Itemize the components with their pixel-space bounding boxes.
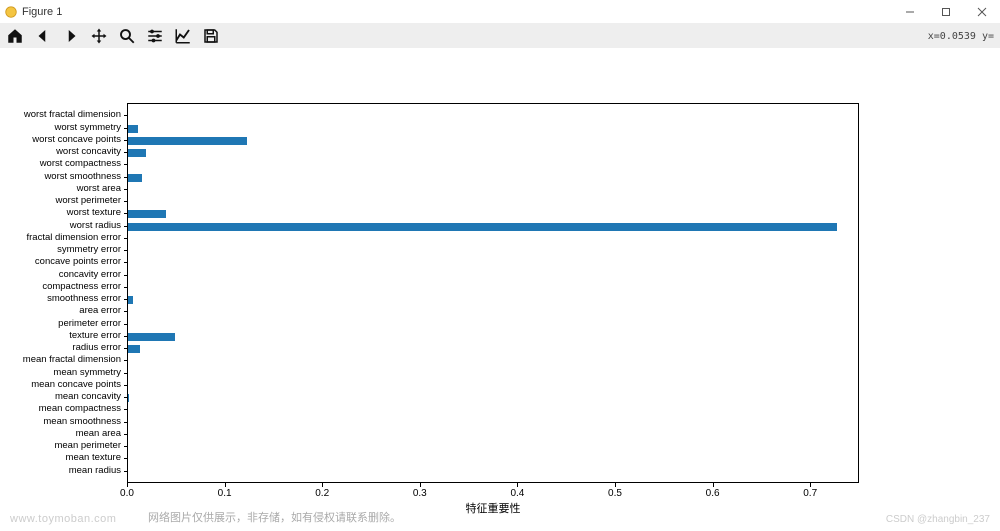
y-tick-label: worst concave points xyxy=(0,135,121,145)
bar xyxy=(128,394,129,402)
x-tick-label: 0.1 xyxy=(215,488,235,499)
bar xyxy=(128,174,142,182)
y-tick-label: radius error xyxy=(0,343,121,353)
y-tick-label: mean smoothness xyxy=(0,417,121,427)
y-tick-label: mean fractal dimension xyxy=(0,355,121,365)
bar xyxy=(128,223,837,231)
zoom-button[interactable] xyxy=(118,27,136,45)
subplots-button[interactable] xyxy=(146,27,164,45)
y-tick-label: worst symmetry xyxy=(0,123,121,133)
y-tick-label: mean perimeter xyxy=(0,441,121,451)
footer-center-text: 网络图片仅供展示，非存储，如有侵权请联系删除。 xyxy=(148,509,401,525)
bar xyxy=(128,210,166,218)
figure-canvas[interactable]: worst fractal dimension worst symmetry wor… xyxy=(0,48,1000,531)
edit-axis-button[interactable] xyxy=(174,27,192,45)
y-tick-label: smoothness error xyxy=(0,294,121,304)
watermark-right: CSDN @zhangbin_237 xyxy=(886,514,990,525)
app-icon xyxy=(4,5,18,19)
y-tick-label: texture error xyxy=(0,331,121,341)
y-tick-label: compactness error xyxy=(0,282,121,292)
y-tick-label: perimeter error xyxy=(0,319,121,329)
pan-button[interactable] xyxy=(90,27,108,45)
y-tick-label: mean compactness xyxy=(0,404,121,414)
x-tick-label: 0.3 xyxy=(410,488,430,499)
y-tick-label: mean texture xyxy=(0,453,121,463)
bar xyxy=(128,333,175,341)
bar xyxy=(128,296,133,304)
x-tick-label: 0.5 xyxy=(605,488,625,499)
save-button[interactable] xyxy=(202,27,220,45)
y-tick-label: worst area xyxy=(0,184,121,194)
window-controls xyxy=(892,0,1000,24)
cursor-coordinates: x=0.0539 y= xyxy=(928,31,994,42)
forward-button[interactable] xyxy=(62,27,80,45)
window-title: Figure 1 xyxy=(22,6,62,18)
y-tick-label: area error xyxy=(0,306,121,316)
y-tick-label: mean concavity xyxy=(0,392,121,402)
bar xyxy=(128,149,146,157)
bar xyxy=(128,137,247,145)
home-button[interactable] xyxy=(6,27,24,45)
x-tick-label: 0.7 xyxy=(800,488,820,499)
close-button[interactable] xyxy=(964,0,1000,24)
y-tick-label: concave points error xyxy=(0,257,121,267)
y-axis-labels: worst fractal dimension worst symmetry wor… xyxy=(0,103,127,483)
back-button[interactable] xyxy=(34,27,52,45)
minimize-button[interactable] xyxy=(892,0,928,24)
y-tick-label: worst radius xyxy=(0,221,121,231)
chart-bars xyxy=(128,104,858,482)
y-tick-label: worst concavity xyxy=(0,147,121,157)
watermark-left: www.toymoban.com xyxy=(10,513,116,525)
y-tick-label: concavity error xyxy=(0,270,121,280)
y-tick-label: worst fractal dimension xyxy=(0,110,121,120)
x-tick-label: 0.2 xyxy=(312,488,332,499)
y-tick-label: mean symmetry xyxy=(0,368,121,378)
y-tick-label: worst smoothness xyxy=(0,172,121,182)
bar xyxy=(128,345,140,353)
bar xyxy=(128,125,138,133)
y-tick-label: worst texture xyxy=(0,208,121,218)
y-tick-label: worst compactness xyxy=(0,159,121,169)
x-tick-label: 0.4 xyxy=(507,488,527,499)
y-tick-label: fractal dimension error xyxy=(0,233,121,243)
y-tick-label: mean radius xyxy=(0,466,121,476)
y-tick-label: symmetry error xyxy=(0,245,121,255)
y-tick-label: mean concave points xyxy=(0,380,121,390)
y-tick-label: worst perimeter xyxy=(0,196,121,206)
maximize-button[interactable] xyxy=(928,0,964,24)
y-tick-label: mean area xyxy=(0,429,121,439)
x-tick-label: 0.0 xyxy=(117,488,137,499)
window-titlebar: Figure 1 xyxy=(0,0,1000,24)
x-tick-label: 0.6 xyxy=(703,488,723,499)
matplotlib-toolbar: x=0.0539 y= xyxy=(0,24,1000,48)
